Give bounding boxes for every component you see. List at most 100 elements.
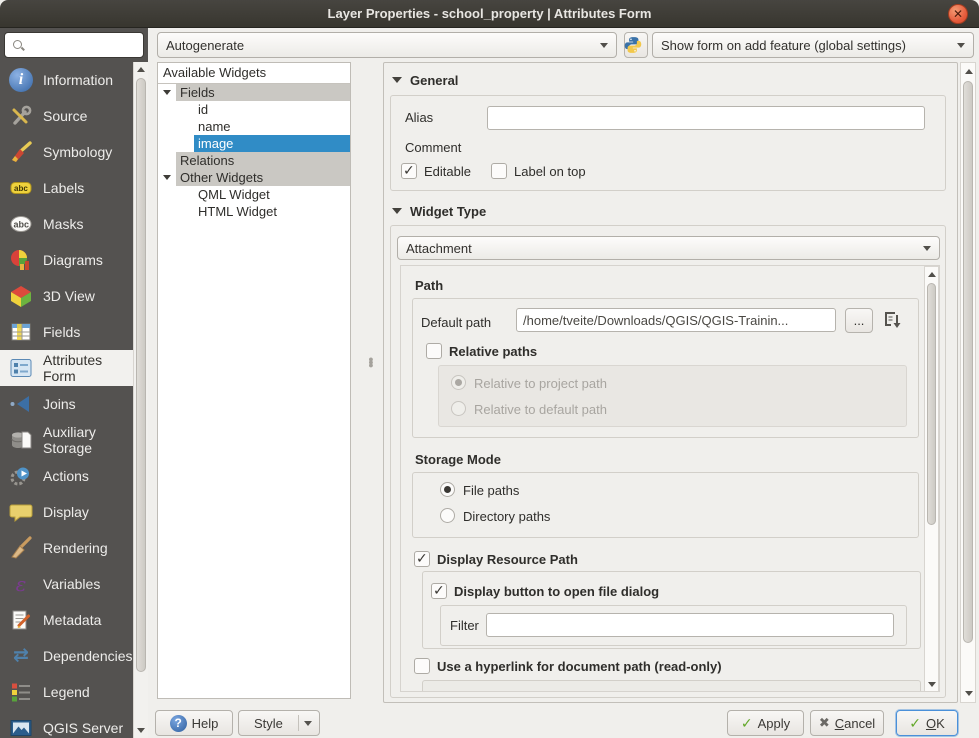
splitter-handle[interactable]: ●●● xyxy=(367,358,375,367)
sidebar-item-label: Rendering xyxy=(43,540,108,556)
path-section-title: Path xyxy=(415,278,443,293)
scroll-down-icon[interactable] xyxy=(928,682,936,687)
search-input[interactable] xyxy=(27,35,139,55)
file-paths-label[interactable]: File paths xyxy=(463,483,519,498)
sidebar-item-joins[interactable]: Joins xyxy=(0,386,133,422)
python-icon xyxy=(624,36,648,54)
sidebar-item-rendering[interactable]: Rendering xyxy=(0,530,133,566)
panel-scrollbar[interactable] xyxy=(960,62,976,703)
alias-label: Alias xyxy=(405,110,433,125)
sidebar-item-fields[interactable]: Fields xyxy=(0,314,133,350)
tree-node-qml-widget[interactable]: QML Widget xyxy=(158,186,350,203)
editable-checkbox[interactable] xyxy=(401,163,417,179)
apply-label: Apply xyxy=(758,716,791,731)
sidebar-item-symbology[interactable]: Symbology xyxy=(0,134,133,170)
sidebar-item-display[interactable]: Display xyxy=(0,494,133,530)
apply-check-icon: ✓ xyxy=(741,715,753,732)
collapse-general-icon[interactable] xyxy=(392,77,402,83)
alias-input[interactable] xyxy=(487,106,925,130)
relative-paths-label[interactable]: Relative paths xyxy=(449,344,537,359)
tree-node-html-widget[interactable]: HTML Widget xyxy=(158,203,350,220)
sidebar-item-label: Legend xyxy=(43,684,90,700)
filter-group: Filter xyxy=(440,605,907,646)
form-mode-combo[interactable]: Show form on add feature (global setting… xyxy=(652,32,974,58)
scroll-up-icon[interactable] xyxy=(928,272,936,277)
form-settings-panel: General Alias Comment Editable Label on … xyxy=(383,62,958,703)
sidebar-item-3d-view[interactable]: 3D View xyxy=(0,278,133,314)
sidebar-item-metadata[interactable]: Metadata xyxy=(0,602,133,638)
editable-label[interactable]: Editable xyxy=(424,164,471,179)
sidebar-item-legend[interactable]: Legend xyxy=(0,674,133,710)
display-resource-path-group: Display button to open file dialog Filte… xyxy=(422,571,921,649)
directory-paths-label[interactable]: Directory paths xyxy=(463,509,550,524)
panel-scrollbar-handle[interactable] xyxy=(963,81,973,643)
hyperlink-label[interactable]: Use a hyperlink for document path (read-… xyxy=(437,659,722,674)
sidebar-item-attributes-form[interactable]: Attributes Form xyxy=(0,350,133,386)
sidebar-item-labels[interactable]: abc Labels xyxy=(0,170,133,206)
widget-type-section-title: Widget Type xyxy=(410,204,486,219)
label-on-top-checkbox[interactable] xyxy=(491,163,507,179)
cancel-label: Cancel xyxy=(835,716,875,731)
title-bar[interactable]: Layer Properties - school_property | Att… xyxy=(0,0,979,28)
browse-path-button[interactable]: ... xyxy=(845,308,873,333)
tree-node-id[interactable]: id xyxy=(158,101,350,118)
relative-paths-checkbox[interactable] xyxy=(426,343,442,359)
relative-to-default-radio[interactable] xyxy=(451,401,466,416)
python-form-button[interactable] xyxy=(624,32,648,58)
default-path-input[interactable] xyxy=(516,308,836,332)
cancel-x-icon: ✖ xyxy=(819,715,830,731)
path-options-icon[interactable] xyxy=(880,309,904,333)
sidebar-item-source[interactable]: Source xyxy=(0,98,133,134)
sidebar-item-diagrams[interactable]: Diagrams xyxy=(0,242,133,278)
sidebar-scrollbar-handle[interactable] xyxy=(136,78,146,672)
file-paths-radio[interactable] xyxy=(440,482,455,497)
widget-type-scrollbar-handle[interactable] xyxy=(927,283,936,525)
style-button[interactable]: Style xyxy=(238,710,320,736)
sidebar-item-auxiliary-storage[interactable]: Auxiliary Storage xyxy=(0,422,133,458)
general-section-title: General xyxy=(410,73,458,88)
close-icon[interactable]: ✕ xyxy=(948,4,968,24)
display-button-checkbox[interactable] xyxy=(431,583,447,599)
relative-to-project-radio[interactable] xyxy=(451,375,466,390)
tree-node-image[interactable]: image xyxy=(158,135,350,152)
directory-paths-radio[interactable] xyxy=(440,508,455,523)
label-on-top-label[interactable]: Label on top xyxy=(514,164,586,179)
scroll-down-icon[interactable] xyxy=(965,691,973,696)
cancel-button[interactable]: ✖ Cancel xyxy=(810,710,884,736)
widget-selector-combo[interactable]: Autogenerate xyxy=(157,32,617,58)
sidebar-item-information[interactable]: i Information xyxy=(0,62,133,98)
tree-node-other-widgets[interactable]: Other Widgets xyxy=(158,169,350,186)
ok-label: OK xyxy=(926,716,945,731)
help-button[interactable]: ? Help xyxy=(155,710,233,736)
sidebar-item-label: Fields xyxy=(43,324,80,340)
collapse-widget-type-icon[interactable] xyxy=(392,208,402,214)
sidebar-scrollbar[interactable] xyxy=(133,62,148,738)
sidebar-item-masks[interactable]: abc Masks xyxy=(0,206,133,242)
display-resource-path-label[interactable]: Display Resource Path xyxy=(437,552,578,567)
filter-input[interactable] xyxy=(486,613,894,637)
sidebar-item-label: Metadata xyxy=(43,612,101,628)
hyperlink-checkbox[interactable] xyxy=(414,658,430,674)
sidebar-item-label: 3D View xyxy=(43,288,95,304)
apply-button[interactable]: ✓ Apply xyxy=(727,710,804,736)
sidebar-search[interactable] xyxy=(4,32,144,58)
relative-to-project-label[interactable]: Relative to project path xyxy=(474,376,607,391)
ok-button[interactable]: ✓ OK xyxy=(896,710,958,736)
sidebar-item-variables[interactable]: ε Variables xyxy=(0,566,133,602)
tree-node-relations[interactable]: Relations xyxy=(158,152,350,169)
widget-type-scrollbar[interactable] xyxy=(924,266,939,692)
display-button-label[interactable]: Display button to open file dialog xyxy=(454,584,659,599)
sidebar-item-qgis-server[interactable]: QGIS Server xyxy=(0,710,133,738)
sidebar-item-actions[interactable]: Actions xyxy=(0,458,133,494)
sidebar-item-dependencies[interactable]: ⇄ Dependencies xyxy=(0,638,133,674)
scroll-up-icon[interactable] xyxy=(965,69,973,74)
tree-node-name[interactable]: name xyxy=(158,118,350,135)
scroll-down-icon[interactable] xyxy=(137,728,145,733)
tree-node-fields[interactable]: Fields xyxy=(158,84,350,101)
sidebar: i Information Source Symbology abc Label… xyxy=(0,28,148,738)
scroll-up-icon[interactable] xyxy=(137,67,145,72)
relative-to-default-label[interactable]: Relative to default path xyxy=(474,402,607,417)
display-resource-path-checkbox[interactable] xyxy=(414,551,430,567)
diagrams-icon xyxy=(9,248,33,272)
widget-type-combo[interactable]: Attachment xyxy=(397,236,940,260)
